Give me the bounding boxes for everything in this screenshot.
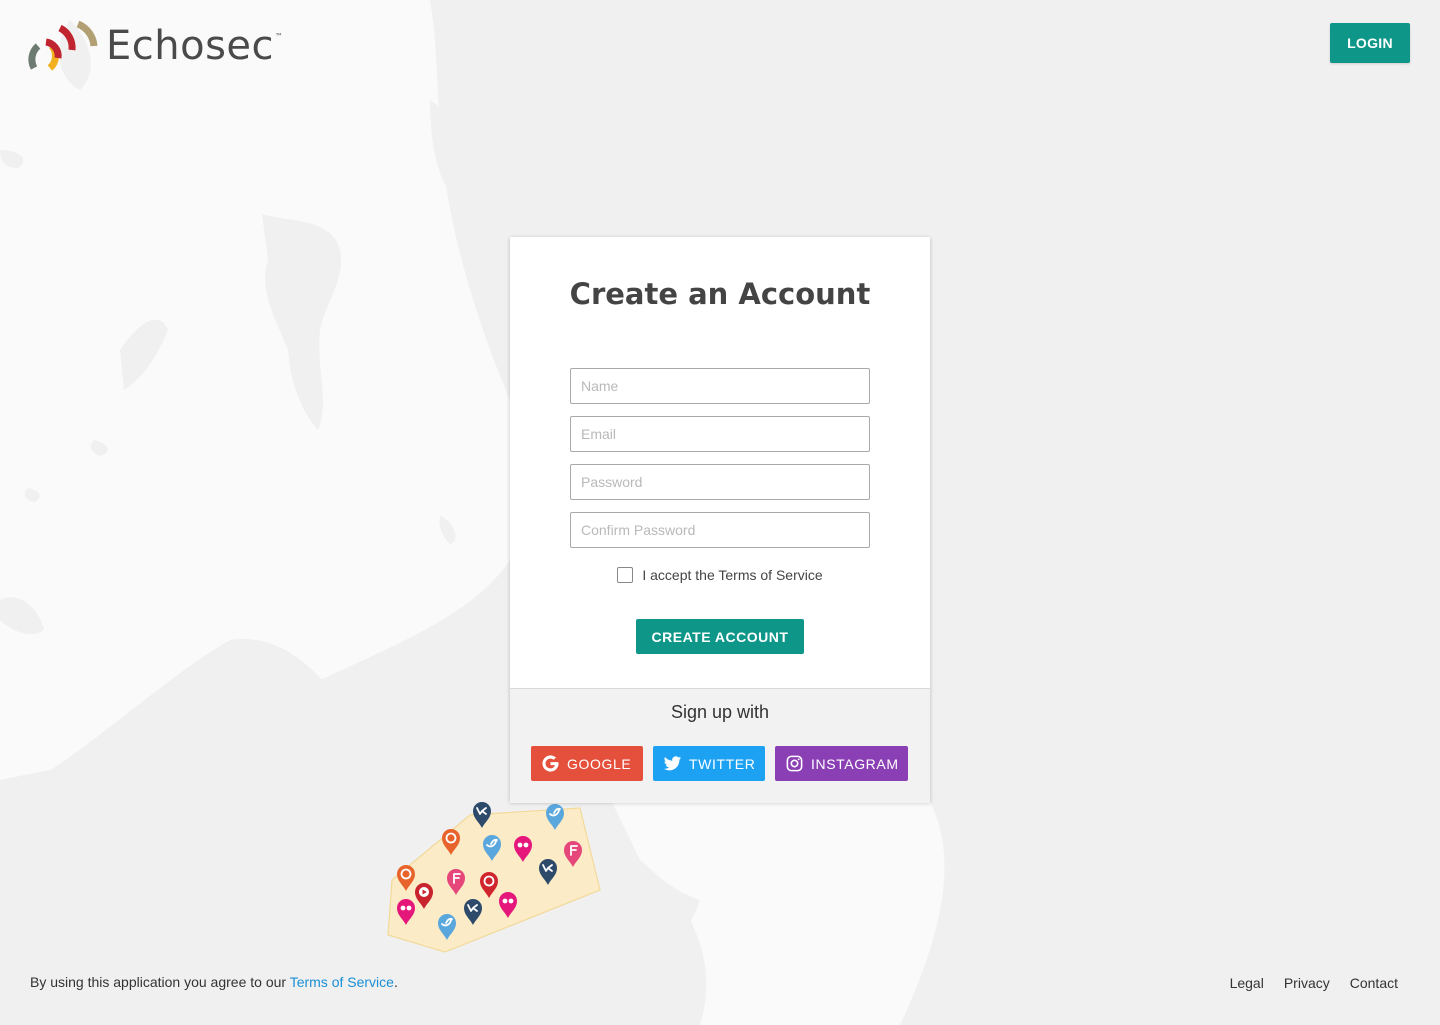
confirm-password-input[interactable] bbox=[570, 512, 870, 548]
footer-links: Legal Privacy Contact bbox=[1230, 975, 1398, 991]
twitter-icon bbox=[663, 756, 682, 771]
tos-row: I accept the Terms of Service bbox=[510, 567, 930, 583]
email-input[interactable] bbox=[570, 416, 870, 452]
google-icon bbox=[542, 755, 559, 772]
contact-link[interactable]: Contact bbox=[1350, 975, 1398, 991]
instagram-icon bbox=[786, 755, 803, 772]
tos-label[interactable]: I accept the Terms of Service bbox=[642, 567, 822, 583]
agreement-suffix: . bbox=[393, 974, 398, 990]
footer-tos-link[interactable]: Terms of Service bbox=[290, 974, 394, 990]
privacy-link[interactable]: Privacy bbox=[1284, 975, 1330, 991]
social-signup-section: Sign up with GOOGLE TWITTER INSTAGRAM bbox=[510, 688, 930, 803]
echosec-logo-icon bbox=[28, 20, 98, 71]
agreement-text: By using this application you agree to o… bbox=[30, 974, 290, 990]
create-account-card: Create an Account I accept the Terms of … bbox=[510, 237, 930, 803]
signup-title: Sign up with bbox=[670, 702, 770, 722]
create-account-button[interactable]: CREATE ACCOUNT bbox=[636, 619, 804, 654]
login-button[interactable]: LOGIN bbox=[1330, 23, 1410, 63]
page-title: Create an Account bbox=[569, 277, 871, 311]
footer-agreement: By using this application you agree to o… bbox=[30, 974, 398, 990]
instagram-signup-button[interactable]: INSTAGRAM bbox=[775, 746, 908, 781]
twitter-label: TWITTER bbox=[689, 755, 756, 772]
tos-checkbox[interactable] bbox=[617, 567, 634, 583]
brand-name: Echosec™ bbox=[106, 23, 284, 69]
legal-link[interactable]: Legal bbox=[1230, 975, 1264, 991]
password-input[interactable] bbox=[570, 464, 870, 500]
google-signup-button[interactable]: GOOGLE bbox=[531, 746, 643, 781]
name-input[interactable] bbox=[570, 368, 870, 404]
echosec-logo[interactable]: Echosec™ bbox=[28, 20, 284, 76]
instagram-label: INSTAGRAM bbox=[811, 755, 899, 772]
google-label: GOOGLE bbox=[567, 755, 632, 772]
twitter-signup-button[interactable]: TWITTER bbox=[653, 746, 765, 781]
trademark: ™ bbox=[275, 32, 284, 41]
